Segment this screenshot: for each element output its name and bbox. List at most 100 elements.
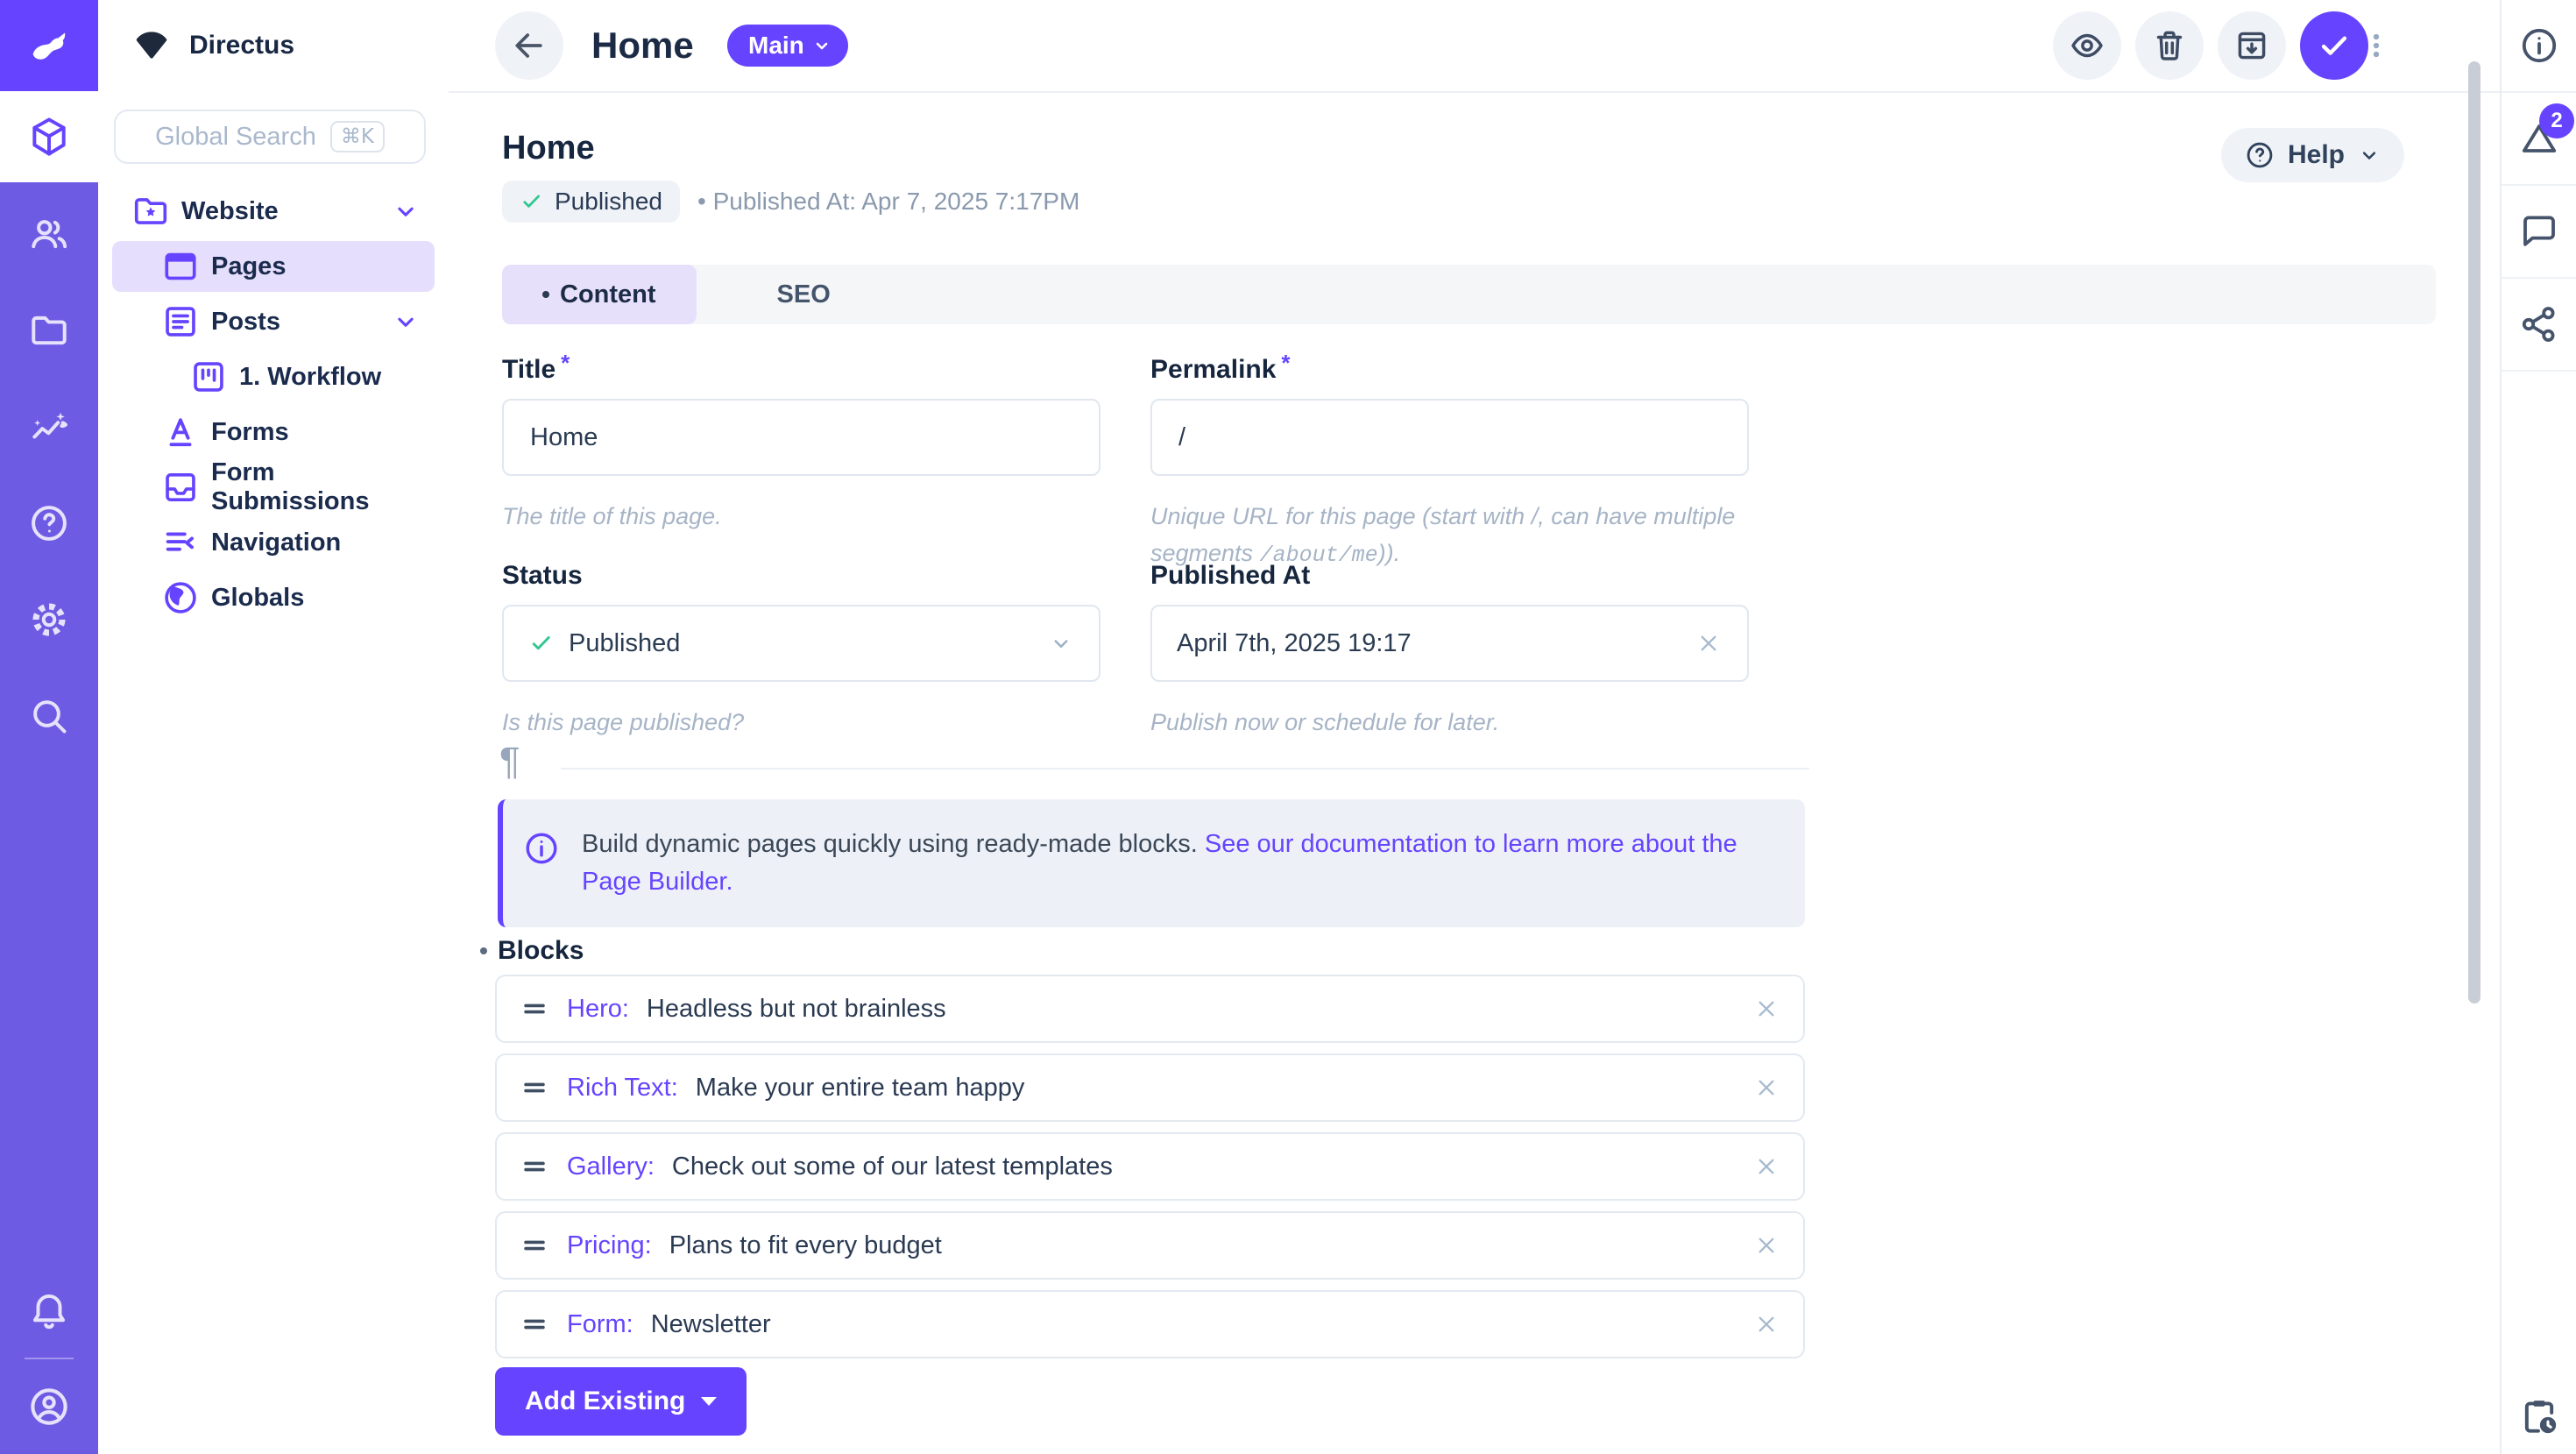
nav-item-forms[interactable]: Forms	[112, 407, 435, 457]
back-button[interactable]	[495, 11, 563, 80]
rabbit-logo-icon	[25, 21, 74, 70]
nav-item-posts[interactable]: Posts	[112, 296, 435, 347]
user-avatar[interactable]	[0, 1361, 98, 1452]
sidebar-revisions-button[interactable]: 2	[2502, 93, 2576, 186]
block-collection[interactable]: Pricing:	[567, 1231, 652, 1260]
module-bar-divider	[25, 1358, 74, 1359]
required-marker: *	[561, 350, 570, 376]
check-icon	[2315, 26, 2353, 65]
nav-item-workflow[interactable]: 1. Workflow	[112, 351, 435, 402]
remove-block-icon[interactable]	[1752, 995, 1780, 1023]
nav-group-website[interactable]: Website	[112, 186, 435, 237]
box-arrow-down-icon	[2233, 26, 2271, 65]
nav-item-globals[interactable]: Globals	[112, 572, 435, 623]
vertical-scrollbar	[2467, 0, 2481, 1454]
published-at-input[interactable]: April 7th, 2025 19:17	[1150, 605, 1749, 682]
kanban-icon	[188, 357, 229, 397]
help-button[interactable]: Help	[2221, 128, 2404, 182]
module-search[interactable]	[0, 670, 98, 762]
header-title: Home	[591, 0, 694, 91]
nav-item-navigation[interactable]: Navigation	[112, 517, 435, 568]
module-users[interactable]	[0, 188, 98, 280]
version-badge[interactable]: Main	[727, 25, 848, 67]
chevron-down-icon[interactable]	[391, 307, 421, 337]
nav-item-form-submissions[interactable]: Form Submissions	[112, 462, 435, 513]
scrollbar-thumb[interactable]	[2468, 61, 2480, 1004]
global-search-input[interactable]: Global Search ⌘K	[114, 110, 426, 164]
field-status-note: Is this page published?	[502, 705, 1100, 741]
module-settings[interactable]	[0, 574, 98, 665]
posts-icon	[160, 301, 201, 342]
delete-button[interactable]	[2135, 11, 2204, 80]
search-icon	[27, 694, 71, 738]
preview-button[interactable]	[2053, 11, 2121, 80]
block-collection[interactable]: Hero:	[567, 995, 629, 1024]
insights-icon	[27, 405, 71, 449]
module-content[interactable]	[0, 91, 98, 182]
published-meta: • Published At: Apr 7, 2025 7:17PM	[697, 188, 1079, 216]
list-arrow-icon	[160, 522, 201, 563]
project-row[interactable]: Directus	[98, 0, 449, 91]
block-row-pricing[interactable]: Pricing: Plans to fit every budget	[495, 1211, 1805, 1280]
right-sidebar: 2	[2500, 0, 2576, 1454]
item-detail-content: Home Published • Published At: Apr 7, 20…	[449, 93, 2500, 1454]
sidebar-activity-button[interactable]	[2502, 1394, 2576, 1438]
sidebar-comments-button[interactable]	[2502, 186, 2576, 279]
block-collection[interactable]: Gallery:	[567, 1153, 655, 1181]
drag-handle-icon[interactable]	[520, 1309, 549, 1339]
tab-seo[interactable]: SEO	[697, 265, 911, 324]
module-insights[interactable]	[0, 381, 98, 472]
notifications-bell[interactable]	[0, 1266, 98, 1357]
tab-content-label: Content	[560, 280, 656, 309]
drag-handle-icon[interactable]	[520, 1231, 549, 1260]
pilcrow-divider-icon: ¶	[499, 740, 520, 784]
info-icon	[2518, 25, 2560, 67]
tab-content[interactable]: Content	[502, 265, 697, 324]
status-select[interactable]: Published	[502, 605, 1100, 682]
permalink-input[interactable]	[1177, 422, 1723, 453]
search-shortcut-badge: ⌘K	[330, 121, 385, 152]
block-collection[interactable]: Rich Text:	[567, 1074, 678, 1103]
tab-seo-label: SEO	[777, 280, 831, 309]
remove-block-icon[interactable]	[1752, 1074, 1780, 1102]
remove-block-icon[interactable]	[1752, 1310, 1780, 1338]
field-published-at: Published At April 7th, 2025 19:17 Publi…	[1150, 561, 1749, 741]
clear-icon[interactable]	[1695, 629, 1723, 657]
archive-button[interactable]	[2218, 11, 2286, 80]
block-row-hero[interactable]: Hero: Headless but not brainless	[495, 975, 1805, 1043]
info-banner: Build dynamic pages quickly using ready-…	[498, 799, 1805, 927]
drag-handle-icon[interactable]	[520, 1073, 549, 1103]
title-input-wrap	[502, 399, 1100, 476]
sidebar-shares-button[interactable]	[2502, 279, 2576, 372]
kebab-menu-icon	[2359, 28, 2394, 63]
users-icon	[27, 212, 71, 256]
block-row-rich-text[interactable]: Rich Text: Make your entire team happy	[495, 1053, 1805, 1122]
block-row-form[interactable]: Form: Newsletter	[495, 1290, 1805, 1358]
chevron-down-icon[interactable]	[391, 196, 421, 226]
nav-item-pages[interactable]: Pages	[112, 241, 435, 292]
module-help[interactable]	[0, 478, 98, 569]
field-title-note: The title of this page.	[502, 499, 1100, 535]
directus-logo[interactable]	[0, 0, 98, 91]
sidebar-info-button[interactable]	[2502, 0, 2576, 93]
add-existing-button[interactable]: Add Existing	[495, 1367, 747, 1436]
block-row-gallery[interactable]: Gallery: Check out some of our latest te…	[495, 1132, 1805, 1201]
trash-icon	[2150, 26, 2189, 65]
folder-icon	[27, 309, 71, 352]
nav-item-label: Website	[181, 197, 279, 226]
cube-icon	[27, 115, 71, 159]
published-at-value: April 7th, 2025 19:17	[1177, 629, 1412, 658]
folder-star-icon	[131, 191, 171, 231]
drag-handle-icon[interactable]	[520, 994, 549, 1024]
drag-handle-icon[interactable]	[520, 1152, 549, 1181]
project-name: Directus	[189, 31, 294, 60]
clipboard-clock-icon	[2517, 1394, 2561, 1438]
remove-block-icon[interactable]	[1752, 1153, 1780, 1181]
more-options-button[interactable]	[2357, 11, 2396, 80]
module-files[interactable]	[0, 285, 98, 376]
status-badge-label: Published	[555, 188, 662, 216]
letter-a-icon	[160, 412, 201, 452]
block-collection[interactable]: Form:	[567, 1310, 633, 1339]
remove-block-icon[interactable]	[1752, 1231, 1780, 1259]
title-input[interactable]	[528, 422, 1074, 453]
